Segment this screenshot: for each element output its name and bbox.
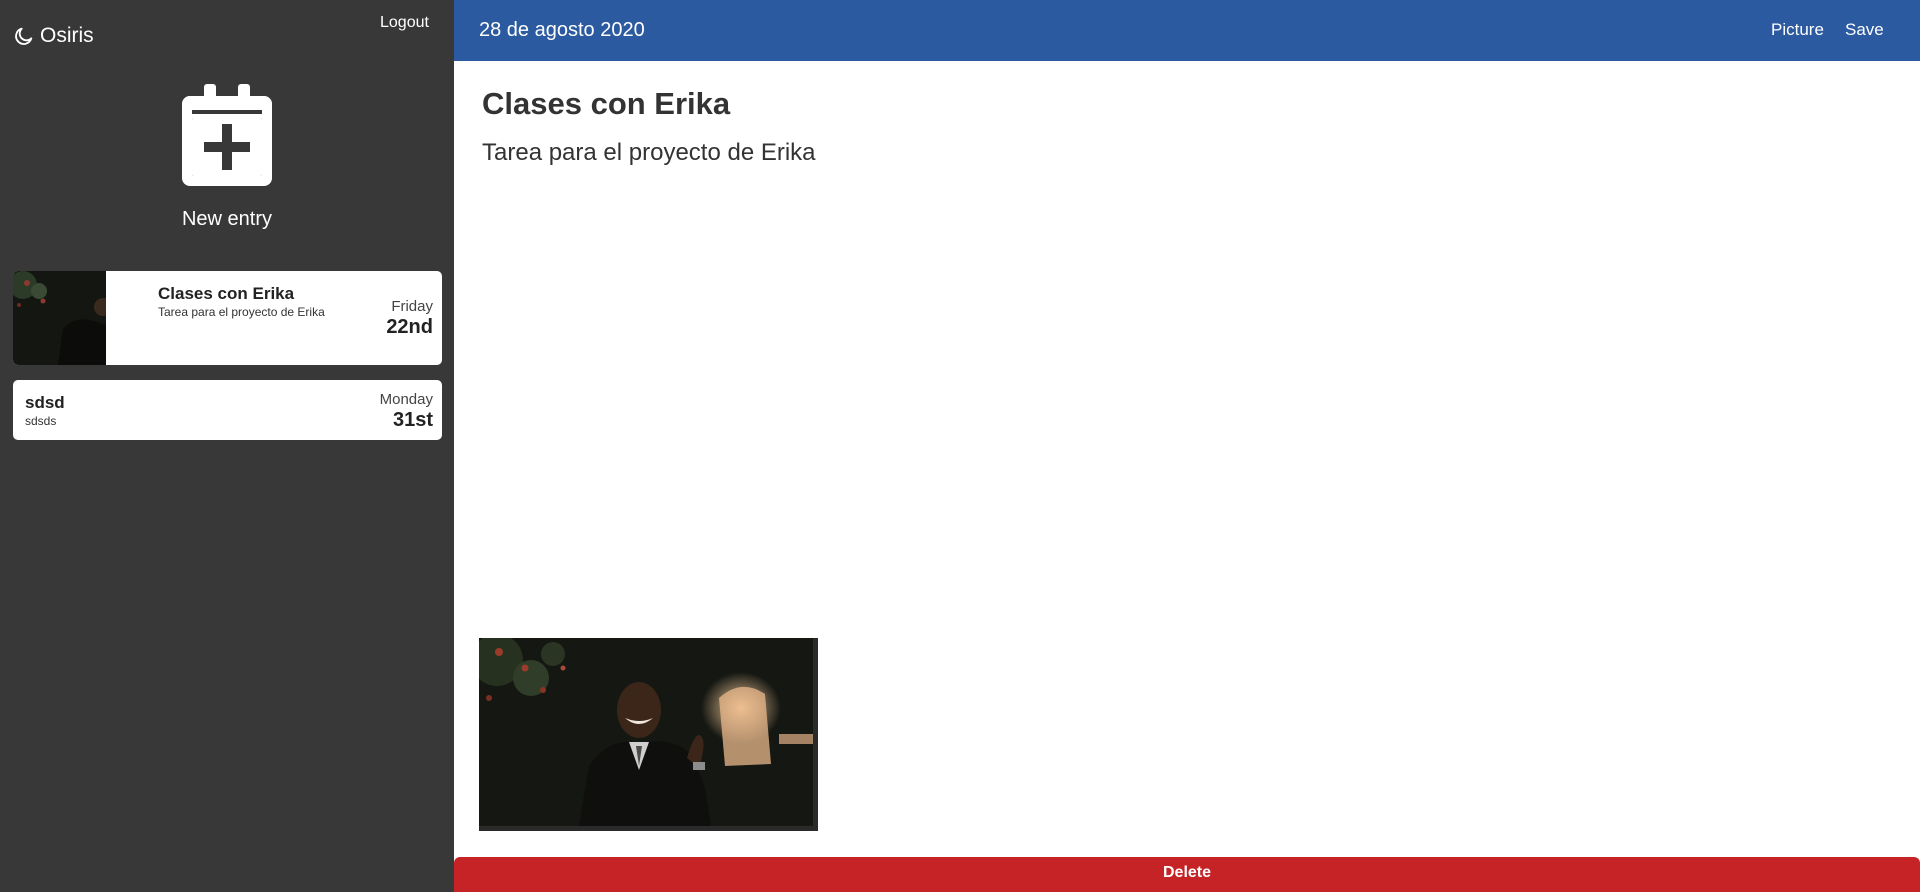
calendar-plus-icon	[182, 84, 272, 186]
entry-date: 31st	[392, 409, 433, 431]
entry-date: 22nd	[386, 316, 433, 338]
delete-button[interactable]: Delete	[454, 857, 1920, 892]
entry-subtitle: Tarea para el proyecto de Erika	[158, 305, 325, 319]
save-button[interactable]: Save	[1845, 20, 1884, 40]
entry-day: Friday	[391, 298, 433, 315]
new-entry-button[interactable]: New entry	[0, 84, 454, 231]
entry-card[interactable]: Clases con Erika Tarea para el proyecto …	[13, 271, 442, 365]
moon-icon	[15, 27, 33, 45]
entry-title: Clases con Erika	[158, 284, 295, 303]
picture-button[interactable]: Picture	[1771, 20, 1824, 40]
logout-button[interactable]: Logout	[380, 14, 429, 32]
editor-title[interactable]: Clases con Erika	[482, 86, 730, 122]
app-name: Osiris	[40, 24, 94, 47]
brand[interactable]: Osiris	[13, 24, 94, 48]
entry-date-header: 28 de agosto 2020	[479, 19, 645, 41]
entry-card[interactable]: sdsd sdsds Monday 31st	[13, 380, 442, 440]
entry-title: sdsd	[25, 393, 65, 412]
editor-header: 28 de agosto 2020 Picture Save	[454, 0, 1920, 61]
entry-day: Monday	[379, 391, 433, 408]
editor-body[interactable]: Tarea para el proyecto de Erika	[482, 139, 816, 167]
new-entry-label: New entry	[181, 208, 273, 230]
entry-photo	[479, 638, 818, 831]
sidebar: Osiris Logout New entry Clases con Erika…	[0, 0, 454, 892]
entry-thumbnail	[13, 271, 106, 365]
entry-subtitle: sdsds	[25, 414, 57, 428]
